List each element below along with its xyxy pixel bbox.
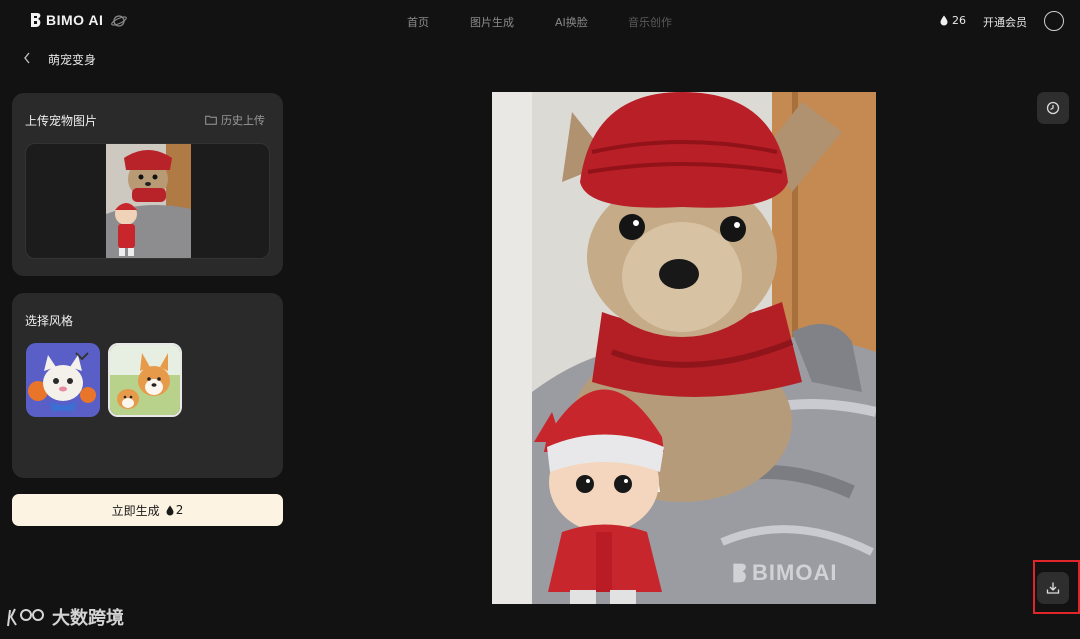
back-button[interactable] bbox=[20, 50, 34, 66]
chevron-left-icon bbox=[24, 52, 30, 64]
download-button[interactable] bbox=[1037, 572, 1069, 604]
user-avatar[interactable] bbox=[1044, 11, 1064, 31]
result-watermark-text: BIMOAI bbox=[752, 560, 838, 585]
history-button[interactable] bbox=[1037, 92, 1069, 124]
nav-image-generation[interactable]: 图片生成 bbox=[470, 14, 514, 30]
drop-icon bbox=[166, 505, 174, 515]
corner-watermark: 大数跨境 bbox=[6, 604, 124, 630]
clock-icon bbox=[1046, 101, 1060, 115]
upload-dropzone[interactable] bbox=[25, 143, 270, 259]
logo-text: BIMO AI bbox=[46, 12, 104, 28]
history-upload-label: 历史上传 bbox=[221, 114, 265, 127]
nav-music-creation[interactable]: 音乐创作 bbox=[628, 14, 672, 30]
nav-ai-faceswap[interactable]: AI换脸 bbox=[555, 14, 588, 30]
bimo-logo-icon bbox=[31, 13, 41, 27]
page-title: 萌宠变身 bbox=[48, 53, 97, 67]
style-panel: 选择风格 bbox=[12, 293, 283, 478]
style-option-realistic[interactable] bbox=[108, 343, 182, 417]
planet-icon[interactable] bbox=[111, 13, 127, 29]
result-watermark: BIMOAI bbox=[732, 560, 837, 586]
generate-cost: 2 bbox=[166, 503, 184, 517]
generate-button[interactable]: 立即生成 2 bbox=[12, 494, 283, 526]
history-upload-button[interactable]: 历史上传 bbox=[205, 112, 265, 128]
drop-icon bbox=[940, 15, 948, 26]
credits-value: 26 bbox=[952, 14, 966, 27]
style-option-halloween[interactable] bbox=[26, 343, 100, 417]
folder-icon bbox=[205, 115, 217, 125]
top-nav-bar: BIMO AI 首页 图片生成 AI换脸 音乐创作 26 开通会员 bbox=[0, 0, 1080, 42]
credits-counter[interactable]: 26 bbox=[940, 14, 966, 27]
vip-button[interactable]: 开通会员 bbox=[983, 14, 1027, 30]
uploaded-pet-thumbnail[interactable] bbox=[106, 144, 191, 258]
bimo-logo-icon bbox=[733, 563, 746, 583]
corner-watermark-text: 大数跨境 bbox=[52, 608, 124, 629]
download-icon bbox=[1046, 582, 1060, 594]
generated-result-image: BIMOAI bbox=[492, 92, 876, 604]
generate-label: 立即生成 bbox=[111, 503, 160, 518]
kbo-logo-icon bbox=[7, 608, 44, 627]
style-heading: 选择风格 bbox=[25, 314, 74, 328]
app-logo[interactable]: BIMO AI bbox=[30, 12, 103, 28]
upload-panel: 上传宠物图片 历史上传 bbox=[12, 93, 283, 276]
generate-cost-value: 2 bbox=[175, 503, 184, 517]
upload-heading: 上传宠物图片 bbox=[25, 114, 98, 128]
nav-home[interactable]: 首页 bbox=[407, 14, 429, 30]
